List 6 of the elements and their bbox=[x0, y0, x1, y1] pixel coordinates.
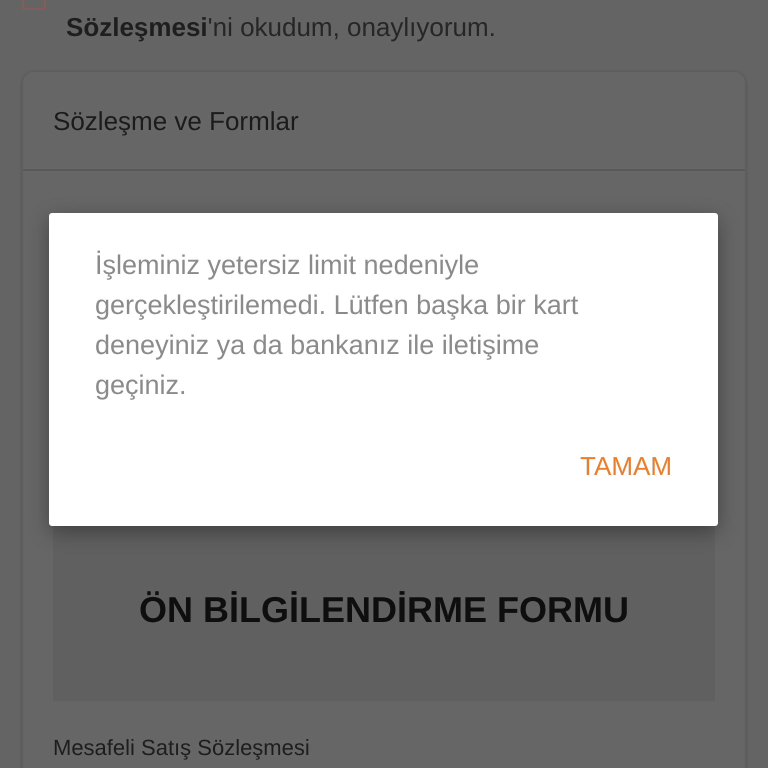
consent-text: Sözleşmesi'ni okudum, onaylıyorum. bbox=[65, 11, 497, 44]
document-title: ÖN BİLGİLENDİRME FORMU bbox=[138, 589, 630, 632]
card-title: Sözleşme ve Formlar bbox=[23, 72, 745, 171]
contract-item[interactable]: Mesafeli Satış Sözleşmesi bbox=[23, 701, 745, 768]
dialog-message: İşleminiz yetersiz limit nedeniyle gerçekleştirilemedi. Lütfen başka bir kart deneyiniz ya da bankanız ile iletişime geçiniz. bbox=[95, 249, 580, 402]
ok-button[interactable]: TAMAM bbox=[580, 447, 672, 486]
